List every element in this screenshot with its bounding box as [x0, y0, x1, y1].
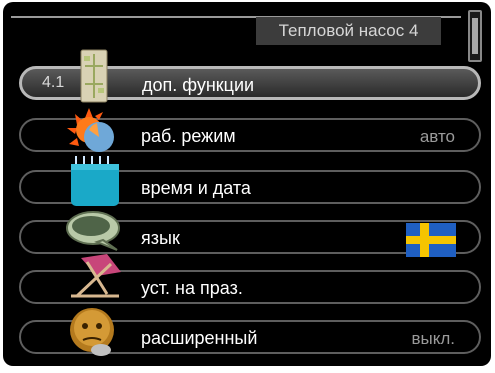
- swedish-flag-icon: [406, 223, 456, 257]
- deck-chair-icon: [71, 254, 121, 298]
- page-title: Тепловой насос 4: [256, 17, 441, 45]
- menu-item-value: авто: [419, 127, 455, 146]
- calendar-icon: [71, 156, 119, 206]
- menu-item-label: расширенный: [141, 328, 258, 348]
- thinking-face-icon: [70, 308, 114, 356]
- operating-mode-icon: [67, 108, 114, 152]
- menu-item-label: уст. на праз.: [141, 278, 243, 298]
- speech-bubble-icon: [66, 211, 120, 251]
- menu-item-label: язык: [141, 228, 180, 248]
- menu-item-label: доп. функции: [142, 75, 255, 95]
- menu-item-label: раб. режим: [141, 126, 236, 146]
- scrollbar-thumb[interactable]: [472, 18, 478, 54]
- scrollbar[interactable]: [468, 10, 482, 62]
- modules-icon: [80, 49, 108, 103]
- display-screen: Тепловой насос 4 4.1 доп. функции раб. р…: [3, 2, 491, 366]
- menu-item-value: выкл.: [411, 329, 455, 348]
- menu-item-number: 4.1: [42, 74, 65, 91]
- menu-item-label: время и дата: [141, 178, 251, 198]
